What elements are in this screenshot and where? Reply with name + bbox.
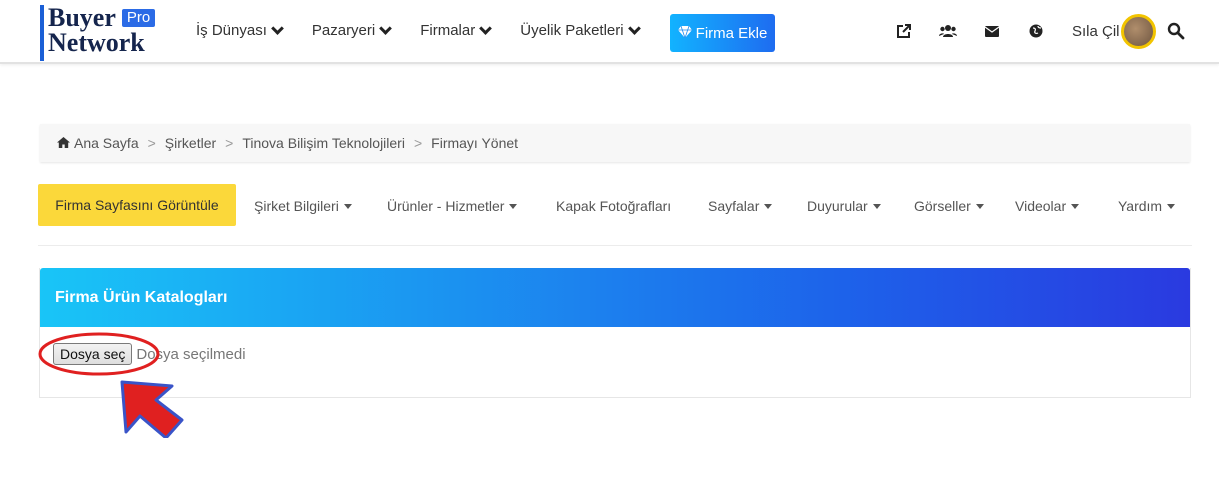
catalog-panel: Firma Ürün Katalogları Dosya seç Dosya s… bbox=[39, 268, 1191, 398]
top-navbar: Buyer Pro Network İş Dünyası Pazaryeri F… bbox=[0, 0, 1219, 64]
tab-duyurular[interactable]: Duyurular bbox=[807, 198, 881, 214]
menu-pazaryeri[interactable]: Pazaryeri bbox=[311, 21, 393, 39]
user-name[interactable]: Sıla Çil bbox=[1072, 23, 1120, 40]
tab-yardim[interactable]: Yardım bbox=[1118, 198, 1176, 214]
tab-sirket-bilgileri[interactable]: Şirket Bilgileri bbox=[254, 198, 352, 214]
firma-ekle-label: Firma Ekle bbox=[695, 24, 768, 42]
main-menu: İş Dünyası Pazaryeri Firmalar Üyelik Pak… bbox=[196, 21, 669, 39]
tab-urunler-hizmetler[interactable]: Ürünler - Hizmetler bbox=[387, 198, 518, 214]
tab-label: Ürünler - Hizmetler bbox=[387, 198, 505, 214]
search-icon[interactable] bbox=[1167, 22, 1185, 40]
highlight-ellipse bbox=[38, 332, 160, 376]
tab-label: Duyurular bbox=[807, 198, 868, 214]
menu-uyelik-paketleri[interactable]: Üyelik Paketleri bbox=[520, 21, 641, 39]
caret-down-icon bbox=[872, 204, 881, 209]
panel-title: Firma Ürün Katalogları bbox=[55, 288, 228, 306]
nav-icon-group bbox=[895, 22, 1071, 40]
tab-label: Görseller bbox=[914, 198, 971, 214]
tab-label: Kapak Fotoğrafları bbox=[556, 198, 672, 214]
avatar[interactable] bbox=[1121, 14, 1156, 49]
breadcrumb-current: Firmayı Yönet bbox=[431, 135, 519, 151]
breadcrumb-separator: > bbox=[413, 135, 423, 151]
menu-label: Üyelik Paketleri bbox=[520, 22, 624, 39]
users-icon[interactable] bbox=[939, 22, 957, 40]
globe-icon[interactable] bbox=[1027, 22, 1045, 40]
breadcrumb: Ana Sayfa > Şirketler > Tinova Bilişim T… bbox=[40, 124, 1190, 162]
menu-label: Firmalar bbox=[420, 22, 476, 39]
tab-firma-sayfasini-goruntule[interactable]: Firma Sayfasını Görüntüle bbox=[38, 184, 236, 226]
caret-down-icon bbox=[764, 204, 773, 209]
tab-label: Şirket Bilgileri bbox=[254, 198, 339, 214]
tab-videolar[interactable]: Videolar bbox=[1015, 198, 1080, 214]
tab-kapak-fotograflari[interactable]: Kapak Fotoğrafları bbox=[556, 198, 671, 214]
tab-sayfalar[interactable]: Sayfalar bbox=[708, 198, 773, 214]
external-link-icon[interactable] bbox=[895, 22, 913, 40]
chevron-down-icon bbox=[271, 21, 284, 35]
firma-ekle-button[interactable]: Firma Ekle bbox=[670, 14, 775, 52]
breadcrumb-separator: > bbox=[147, 135, 156, 151]
breadcrumb-separator: > bbox=[225, 135, 234, 151]
home-icon bbox=[57, 136, 70, 151]
envelope-icon[interactable] bbox=[983, 22, 1001, 40]
chevron-down-icon bbox=[379, 21, 393, 35]
caret-down-icon bbox=[975, 204, 984, 209]
tab-label: Videolar bbox=[1015, 198, 1067, 214]
caret-down-icon bbox=[343, 204, 352, 209]
breadcrumb-sirketler[interactable]: Şirketler bbox=[165, 135, 216, 151]
chevron-down-icon bbox=[479, 21, 493, 35]
tab-label: Yardım bbox=[1118, 198, 1163, 214]
tab-gorseller[interactable]: Görseller bbox=[914, 198, 984, 214]
site-logo[interactable]: Buyer Pro Network bbox=[40, 5, 172, 61]
pointer-arrow-icon bbox=[120, 380, 184, 438]
breadcrumb-company[interactable]: Tinova Bilişim Teknolojileri bbox=[242, 135, 405, 151]
breadcrumb-home[interactable]: Ana Sayfa bbox=[74, 135, 139, 151]
caret-down-icon bbox=[1071, 204, 1080, 209]
caret-down-icon bbox=[1167, 204, 1176, 209]
logo-word-network: Network bbox=[48, 28, 145, 57]
menu-firmalar[interactable]: Firmalar bbox=[420, 21, 493, 39]
caret-down-icon bbox=[509, 204, 518, 209]
panel-header: Firma Ürün Katalogları bbox=[40, 268, 1190, 327]
company-subnav: Firma Sayfasını Görüntüle Şirket Bilgile… bbox=[38, 184, 1192, 246]
logo-pro-badge: Pro bbox=[121, 9, 156, 27]
menu-is-dunyasi[interactable]: İş Dünyası bbox=[196, 21, 284, 39]
tab-label: Sayfalar bbox=[708, 198, 760, 214]
chevron-down-icon bbox=[627, 21, 641, 35]
tab-label: Firma Sayfasını Görüntüle bbox=[55, 197, 219, 213]
menu-label: İş Dünyası bbox=[196, 22, 267, 39]
menu-label: Pazaryeri bbox=[311, 22, 376, 39]
diamond-icon bbox=[677, 25, 692, 41]
